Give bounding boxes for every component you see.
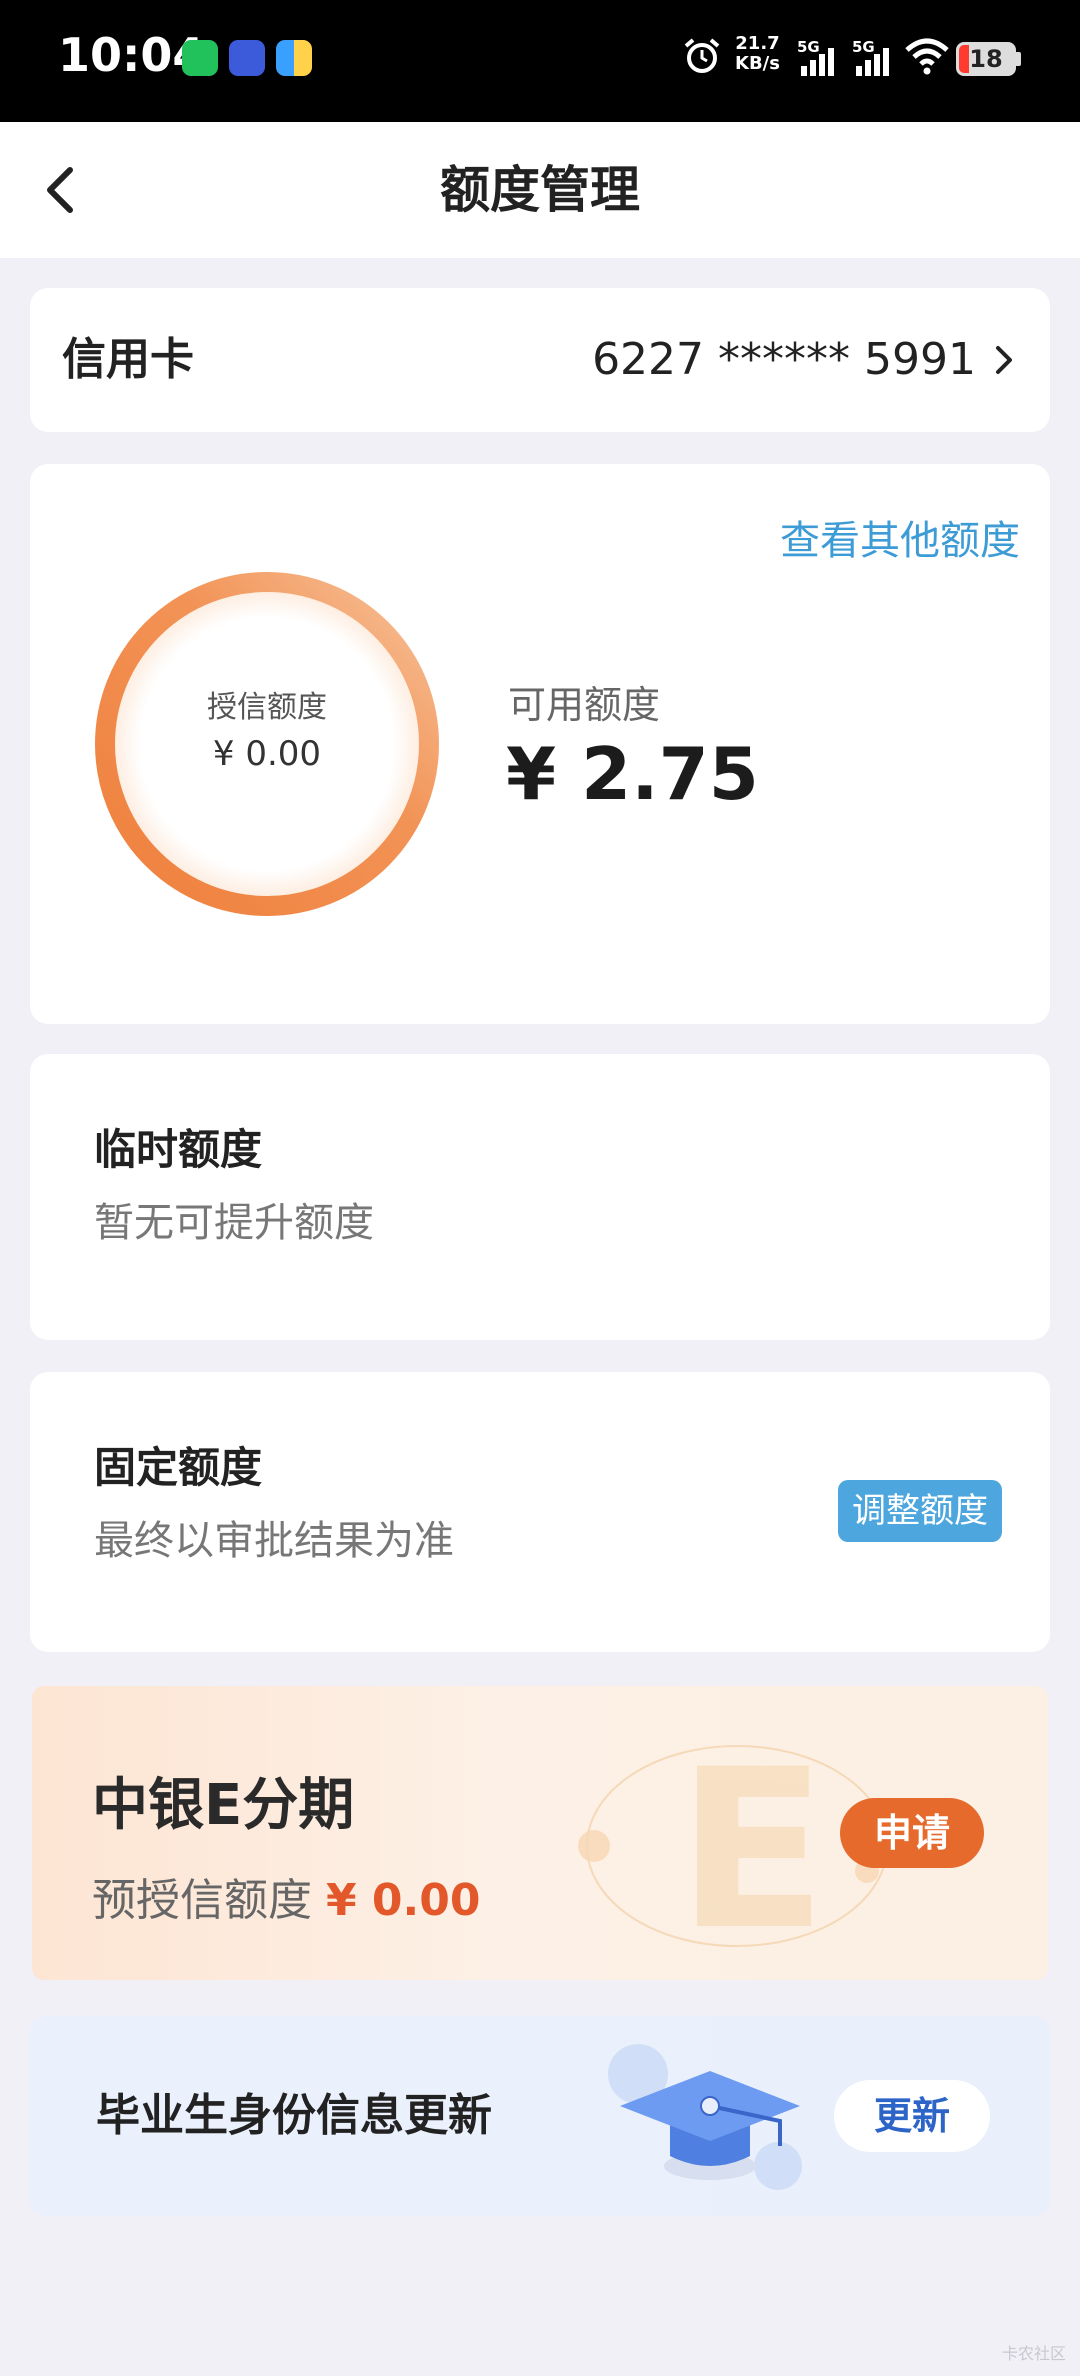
- fixed-limit-title: 固定额度: [94, 1443, 263, 1492]
- adjust-limit-button[interactable]: 调整额度: [838, 1480, 1002, 1542]
- graduate-update-text: 毕业生身份信息更新: [96, 2090, 492, 2141]
- card-selector[interactable]: 信用卡 6227 ****** 5991: [30, 288, 1050, 432]
- available-limit-label: 可用额度: [508, 683, 661, 727]
- available-limit-value: ¥ 2.75: [506, 732, 759, 816]
- signal-icon: 5G: [795, 38, 839, 82]
- card-type-label: 信用卡: [62, 334, 194, 385]
- graduate-update-banner[interactable]: 毕业生身份信息更新 更新: [30, 2016, 1050, 2216]
- temporary-limit-title: 临时额度: [94, 1125, 263, 1174]
- limit-overview-card: 查看其他额度 授信额度 ¥ 0.00 可用额度 ¥ 2.75: [30, 464, 1050, 1024]
- vivo-icon: [229, 40, 265, 76]
- network-type-label: 5G: [852, 38, 875, 56]
- net-speed: 21.7 KB/s: [735, 34, 780, 74]
- temporary-limit-card[interactable]: 临时额度 暂无可提升额度: [30, 1054, 1050, 1340]
- signal-icon: 5G: [850, 38, 894, 82]
- pre-credit-amount: ¥ 0.00: [326, 1875, 481, 1926]
- apply-button[interactable]: 申请: [840, 1798, 984, 1868]
- net-speed-unit: KB/s: [735, 53, 780, 74]
- view-other-limits-link[interactable]: 查看其他额度: [780, 508, 1020, 566]
- net-speed-value: 21.7: [735, 33, 780, 54]
- app-icon: [276, 40, 312, 76]
- battery-level: 18: [969, 45, 1003, 73]
- status-bar: 10:04 21.7 KB/s 5G 5G 18: [0, 0, 1080, 122]
- svg-text:E: E: [677, 1722, 827, 1976]
- e-installment-title: 中银E分期: [92, 1773, 355, 1838]
- wechat-icon: [182, 40, 218, 76]
- chevron-right-icon: [996, 346, 1012, 374]
- update-button[interactable]: 更新: [834, 2080, 990, 2152]
- granted-limit-label: 授信额度: [207, 690, 327, 725]
- card-number: 6227 ****** 5991: [592, 334, 976, 385]
- battery-icon: 18: [956, 42, 1016, 76]
- pre-credit-label: 预授信额度: [92, 1875, 312, 1926]
- back-button[interactable]: [30, 158, 94, 222]
- fixed-limit-subtitle: 最终以审批结果为准: [94, 1518, 454, 1564]
- e-installment-subtitle: 预授信额度 ¥ 0.00: [92, 1864, 481, 1928]
- fixed-limit-card: 固定额度 最终以审批结果为准 调整额度: [30, 1372, 1050, 1652]
- temporary-limit-subtitle: 暂无可提升额度: [94, 1200, 374, 1246]
- graduation-cap-icon: [608, 2044, 802, 2190]
- nav-bar: 额度管理: [0, 122, 1080, 258]
- alarm-icon: [684, 38, 720, 73]
- battery-tip: [1016, 52, 1021, 66]
- granted-limit-value: ¥ 0.00: [212, 734, 322, 774]
- network-type-label: 5G: [797, 38, 820, 56]
- page-title: 额度管理: [440, 161, 640, 219]
- chevron-left-icon: [47, 167, 73, 213]
- e-installment-banner[interactable]: E 中银E分期 预授信额度 ¥ 0.00 申请: [32, 1686, 1048, 1980]
- watermark: 卡农社区: [1001, 2344, 1066, 2363]
- wifi-icon: [905, 38, 949, 75]
